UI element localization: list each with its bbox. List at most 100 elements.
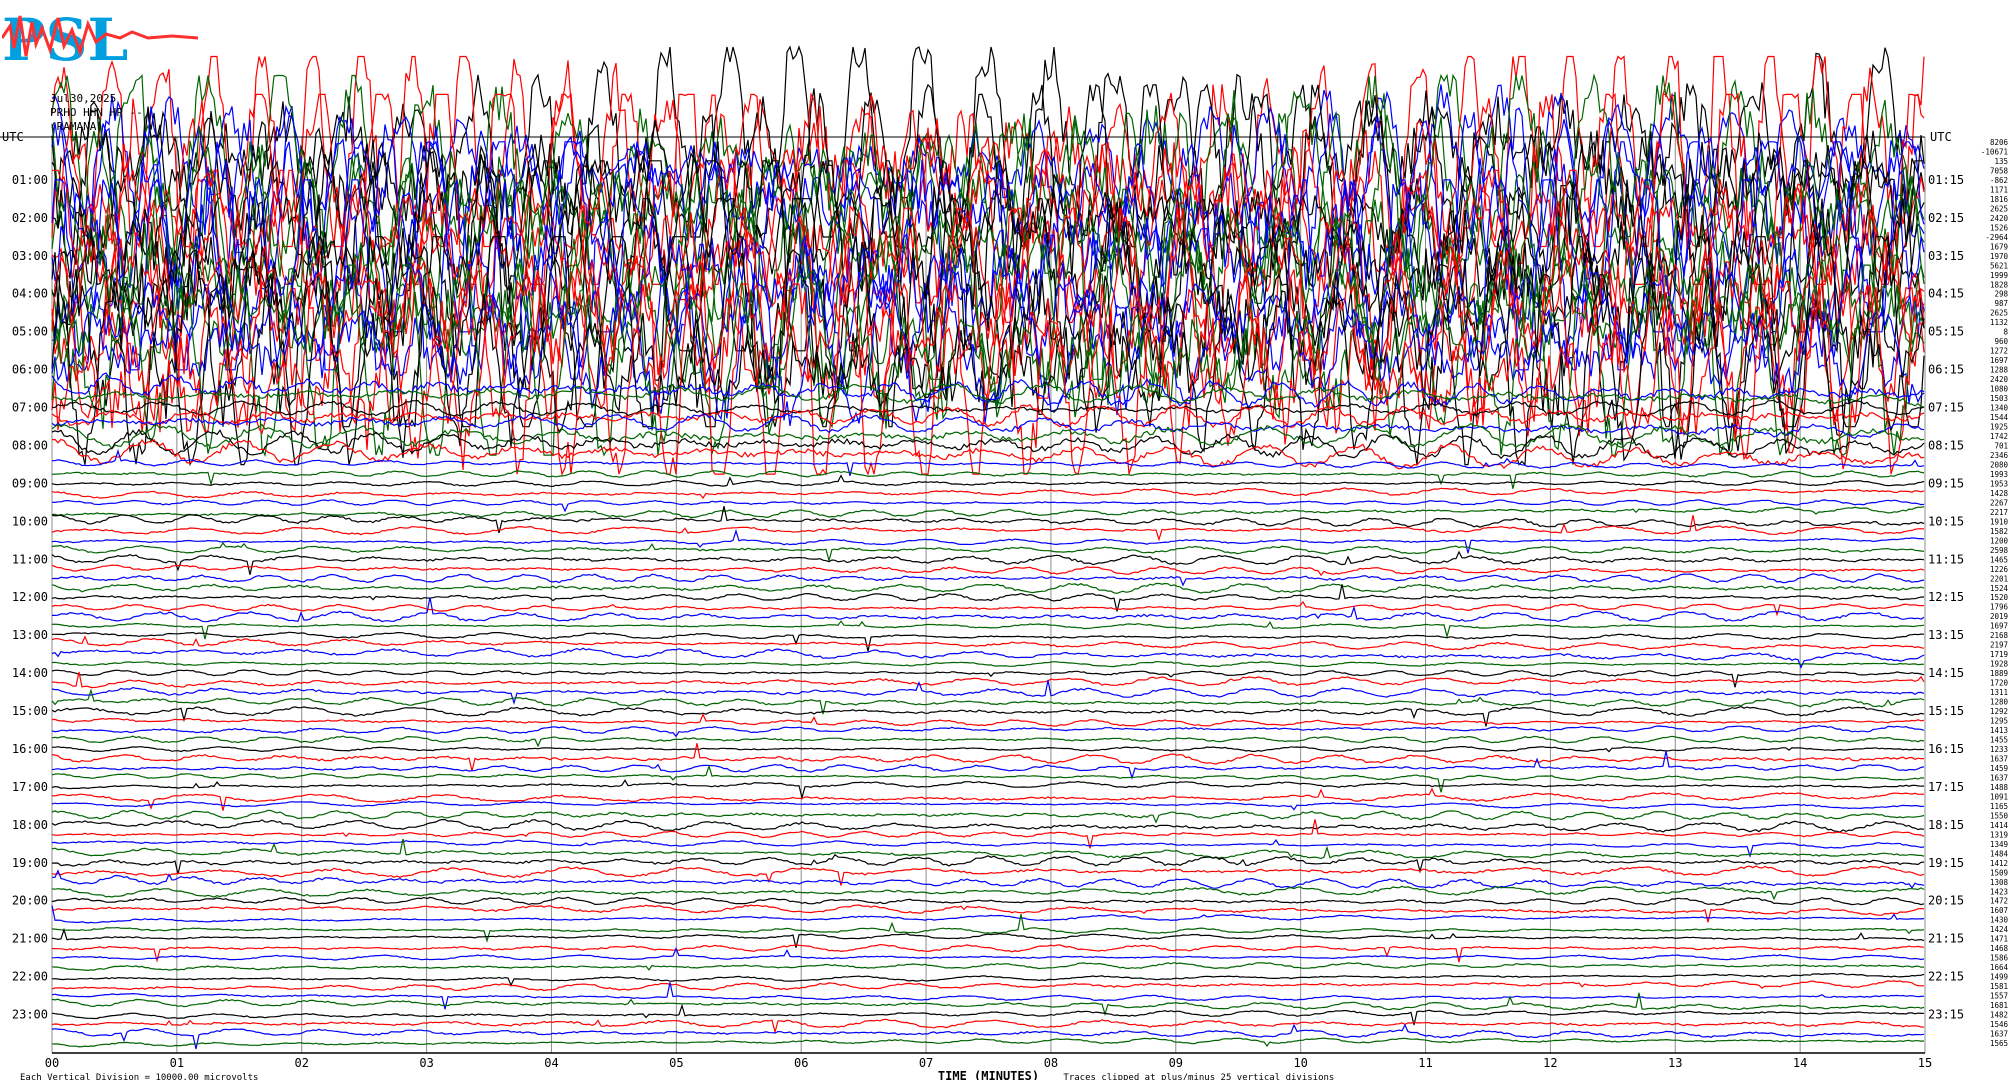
trace-offset-value: -862 [1990,176,2008,185]
trace-offset-value: 1565 [1990,1039,2008,1048]
hour-label-right: 01:15 [1928,173,1964,187]
station-label: PRHO HHN HP -- [50,106,143,119]
x-tick-label: 01 [170,1056,184,1070]
x-tick-label: 15 [1918,1056,1932,1070]
trace-offset-value: 1471 [1990,935,2008,944]
seismic-trace [51,818,1925,833]
seismic-trace [51,515,1925,542]
seismic-trace [51,487,1925,500]
trace-offset-value: 1679 [1990,242,2008,251]
seismic-trace [51,635,1925,651]
psl-logo: PSL [2,8,199,68]
seismic-trace [51,746,1925,753]
trace-offset-value: 1292 [1990,707,2008,716]
hour-label-left: 10:00 [12,514,48,528]
x-tick-label: 00 [45,1056,59,1070]
hour-label-right: 16:15 [1928,742,1964,756]
seismic-trace [51,800,1925,811]
trace-offset-value: 1319 [1990,830,2008,839]
trace-offset-value: 2420 [1990,214,2009,223]
hour-label-left: 04:00 [12,287,48,301]
hour-label-right: 12:15 [1928,590,1964,604]
hour-label-left: 01:00 [12,173,48,187]
trace-offset-value: 1816 [1990,195,2009,204]
trace-offset-value: 987 [1994,299,2008,308]
hour-label-left: 15:00 [12,704,48,718]
seismic-trace [51,724,1925,738]
hour-label-left: 09:00 [12,476,48,490]
hour-label-left: 07:00 [12,401,48,415]
trace-offset-value: 1340 [1990,404,2009,413]
seismic-trace [51,947,1925,961]
seismic-trace [51,735,1925,748]
trace-offset-value: 1664 [1990,963,2009,972]
hour-label-right: 18:15 [1928,818,1964,832]
trace-offset-value: 1482 [1990,1011,2008,1020]
trace-offset-value: 8 [2003,328,2008,337]
hour-label-left: 19:00 [12,856,48,870]
trace-offset-value: 1468 [1990,944,2009,953]
trace-offset-value: 2625 [1990,204,2008,213]
hour-label-left: 05:00 [12,325,48,339]
x-axis-title: TIME (MINUTES) [938,1069,1039,1080]
trace-offset-value: 1999 [1990,271,2008,280]
hour-label-left: 12:00 [12,590,48,604]
hour-label-left: 17:00 [12,780,48,794]
seismic-trace [51,980,1925,992]
hour-label-left: 20:00 [12,894,48,908]
trace-offset-value: 1272 [1990,347,2008,356]
trace-offset-value: 1171 [1990,185,2008,194]
trace-offset-value: 1080 [1990,385,2009,394]
trace-offset-value: 1412 [1990,859,2008,868]
trace-offset-value: 1280 [1990,698,2009,707]
hour-label-right: 19:15 [1928,856,1964,870]
hour-label-left: 23:00 [12,1008,48,1022]
trace-offset-value: 1681 [1990,1001,2008,1010]
trace-offset-value: 2019 [1990,612,2008,621]
trace-offset-value: 2267 [1990,498,2008,507]
trace-offset-value: 1465 [1990,555,2008,564]
hour-label-right: 22:15 [1928,970,1964,984]
trace-offset-value: 1288 [1990,366,2009,375]
trace-offset-value: 1742 [1990,432,2008,441]
seismic-trace [51,905,1925,924]
trace-offset-value: 1499 [1990,973,2008,982]
trace-offset-value: 960 [1994,337,2008,346]
seismic-trace [51,474,1925,488]
hour-label-left: 21:00 [12,932,48,946]
seismic-trace [51,904,1925,923]
x-tick-label: 03 [419,1056,433,1070]
hour-label-right: 13:15 [1928,628,1964,642]
trace-offset-value: 1993 [1990,470,2008,479]
seismic-trace [51,1037,1925,1048]
hour-label-right: 02:15 [1928,211,1964,225]
hour-label-right: 07:15 [1928,401,1964,415]
trace-offset-value: 1488 [1990,783,2009,792]
trace-offset-value: 2625 [1990,309,2008,318]
trace-offset-value: 1509 [1990,868,2008,877]
seismic-trace [51,712,1925,727]
trace-offset-value: 2197 [1990,641,2008,650]
trace-offset-value: 1308 [1990,878,2009,887]
helicorder-stage: UTC UTC 01:00 01:15 02:00 02:15 03:00 03:15 04:0… [0,0,2010,1083]
trace-offset-value: 1586 [1990,954,2009,963]
trace-offset-value: 1428 [1990,489,2009,498]
hour-label-right: 09:15 [1928,476,1964,490]
trace-offset-value: 2598 [1990,546,2009,555]
trace-offset-value: 1233 [1990,745,2008,754]
seismic-trace [51,961,1925,972]
hour-label-left: 22:00 [12,970,48,984]
trace-offset-value: 1132 [1990,318,2008,327]
trace-offset-value: 1200 [1990,536,2009,545]
seismic-trace [52,631,1925,652]
trace-offset-value: 1226 [1990,565,2009,574]
trace-offset-value: 2420 [1990,375,2009,384]
trace-offset-value: 1349 [1990,840,2008,849]
seismic-trace [51,896,1925,906]
trace-offset-value: 1459 [1990,764,2008,773]
trace-offset-value: 2080 [1990,460,2009,469]
trace-offset-value: 1557 [1990,992,2008,1001]
hour-label-left: 11:00 [12,552,48,566]
x-tick-label: 11 [1418,1056,1432,1070]
seismic-trace [51,853,1925,875]
